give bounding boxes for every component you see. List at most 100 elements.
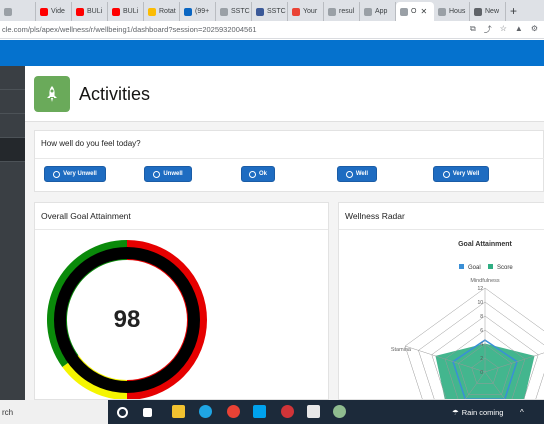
- browser-tab[interactable]: (99+: [180, 2, 216, 21]
- smile-face-icon: [442, 170, 450, 178]
- legend-swatch-score: [488, 264, 493, 269]
- close-tab-icon[interactable]: ✕: [420, 7, 427, 16]
- sidebar-item-active[interactable]: [0, 138, 25, 162]
- open-in-app-icon[interactable]: ⧉: [470, 24, 476, 35]
- browser-tab[interactable]: App: [360, 2, 396, 21]
- tab-favicon-icon: [184, 7, 192, 16]
- tab-favicon-icon: [474, 7, 482, 16]
- radar-tick-label: 2: [480, 356, 483, 362]
- url-text[interactable]: cle.com/pls/apex/wellness/r/wellbeing1/d…: [0, 25, 470, 34]
- weather-text: Rain coming: [461, 408, 504, 417]
- system-tray-chevron-icon[interactable]: ^: [520, 408, 524, 417]
- app-header: [0, 40, 544, 66]
- browser-tab-strip: Vide BULi BULi Rotat (99+ SSTC SSTC Your resul Ap…: [0, 0, 544, 21]
- share-icon[interactable]: ⤴: [484, 24, 492, 35]
- browser-tab[interactable]: Rotat: [144, 2, 180, 21]
- browser-tab[interactable]: Your: [288, 2, 324, 21]
- radar-tick-label: 10: [477, 300, 483, 306]
- tab-label: Vide: [51, 8, 65, 15]
- sidebar: [0, 66, 25, 400]
- page-title-bar: Activities: [25, 66, 544, 122]
- browser-tab[interactable]: BULi: [108, 2, 144, 21]
- well-button[interactable]: Well: [337, 166, 377, 182]
- tab-favicon-icon: [76, 7, 84, 16]
- extension-icon-2[interactable]: ⚙: [531, 24, 538, 35]
- bookmark-star-icon[interactable]: ☆: [500, 24, 507, 35]
- tab-label: BULi: [87, 8, 103, 15]
- radar-tick-label: 12: [477, 286, 483, 292]
- radar-chart-title: Goal Attainment: [458, 241, 512, 248]
- task-view-icon[interactable]: [143, 408, 152, 417]
- tab-favicon-icon: [292, 7, 300, 16]
- card-title: Wellness Radar: [345, 211, 405, 221]
- rocket-icon: [34, 76, 70, 112]
- goal-value: 98: [114, 306, 141, 333]
- button-label: Very Well: [452, 171, 480, 177]
- feel-question: How well do you feel today?: [41, 139, 141, 148]
- taskbar-search[interactable]: rch: [0, 400, 108, 424]
- skype-icon[interactable]: [253, 405, 266, 418]
- legend-label-goal: Goal: [468, 265, 481, 271]
- button-label: Very Unwell: [63, 171, 97, 177]
- browser-tab[interactable]: SSTC: [252, 2, 288, 21]
- tab-label: New: [485, 8, 500, 15]
- cortana-icon[interactable]: [117, 407, 128, 418]
- new-tab-button[interactable]: +: [506, 4, 521, 18]
- sidebar-item[interactable]: [0, 114, 25, 138]
- button-label: Well: [355, 171, 369, 177]
- app-icon-2[interactable]: [333, 405, 346, 418]
- ok-button[interactable]: Ok: [241, 166, 275, 182]
- legend-label-score: Score: [497, 265, 513, 271]
- tab-label: Hous: [449, 8, 466, 15]
- divider: [35, 158, 544, 159]
- windows-taskbar: rch ☂ Rain coming ^: [0, 400, 544, 424]
- tab-favicon-icon: [364, 7, 372, 16]
- radar-tick-label: 0: [480, 370, 483, 376]
- browser-tab-active[interactable]: O ✕: [396, 2, 434, 21]
- browser-tab[interactable]: Vide: [36, 2, 72, 21]
- sidebar-item[interactable]: [0, 66, 25, 90]
- neutral-face-icon: [248, 170, 256, 178]
- file-explorer-icon[interactable]: [172, 405, 185, 418]
- frown-face-icon: [153, 170, 161, 178]
- chrome-icon[interactable]: [227, 405, 240, 418]
- frown-face-icon: [53, 170, 61, 178]
- tab-label: App: [375, 8, 388, 15]
- tab-favicon-icon: [4, 7, 12, 16]
- goal-attainment-card: Overall Goal Attainment 98: [34, 202, 329, 400]
- tab-favicon-icon: [328, 7, 336, 16]
- radar-tick-label: 4: [480, 342, 483, 348]
- edge-icon[interactable]: [199, 405, 212, 418]
- browser-tab[interactable]: SSTC: [216, 2, 252, 21]
- tab-label: O: [411, 8, 417, 15]
- goal-gauge: 98: [47, 240, 207, 399]
- address-bar[interactable]: cle.com/pls/apex/wellness/r/wellbeing1/d…: [0, 21, 544, 39]
- browser-tab[interactable]: resul: [324, 2, 360, 21]
- tab-label: SSTC: [231, 8, 250, 15]
- weather-widget[interactable]: ☂ Rain coming: [452, 408, 503, 417]
- tab-favicon-icon: [438, 7, 446, 16]
- tab-favicon-icon: [112, 7, 120, 16]
- very-well-button[interactable]: Very Well: [433, 166, 489, 182]
- browser-tab[interactable]: Hous: [434, 2, 470, 21]
- page-title: Activities: [79, 84, 151, 104]
- radar-tick-label: 8: [480, 314, 483, 320]
- very-unwell-button[interactable]: Very Unwell: [44, 166, 106, 182]
- sidebar-item[interactable]: [0, 90, 25, 114]
- button-label: Ok: [258, 171, 267, 177]
- tab-favicon-icon: [220, 7, 228, 16]
- extension-icon[interactable]: ▲: [515, 24, 523, 35]
- umbrella-icon: ☂: [452, 408, 459, 417]
- main-content: Activities How well do you feel today? V…: [25, 66, 544, 400]
- feel-today-card: How well do you feel today? Very Unwell …: [34, 130, 544, 192]
- tab-favicon-icon: [256, 7, 264, 16]
- document-icon[interactable]: [307, 405, 320, 418]
- axis-label-mindfulness: Mindfulness: [470, 278, 500, 284]
- unwell-button[interactable]: Unwell: [144, 166, 192, 182]
- tab-favicon-icon: [148, 7, 156, 16]
- tab-favicon-icon: [400, 7, 408, 16]
- browser-tab[interactable]: New: [470, 2, 506, 21]
- app-icon[interactable]: [281, 405, 294, 418]
- browser-tab[interactable]: BULi: [72, 2, 108, 21]
- browser-tab[interactable]: [0, 2, 36, 21]
